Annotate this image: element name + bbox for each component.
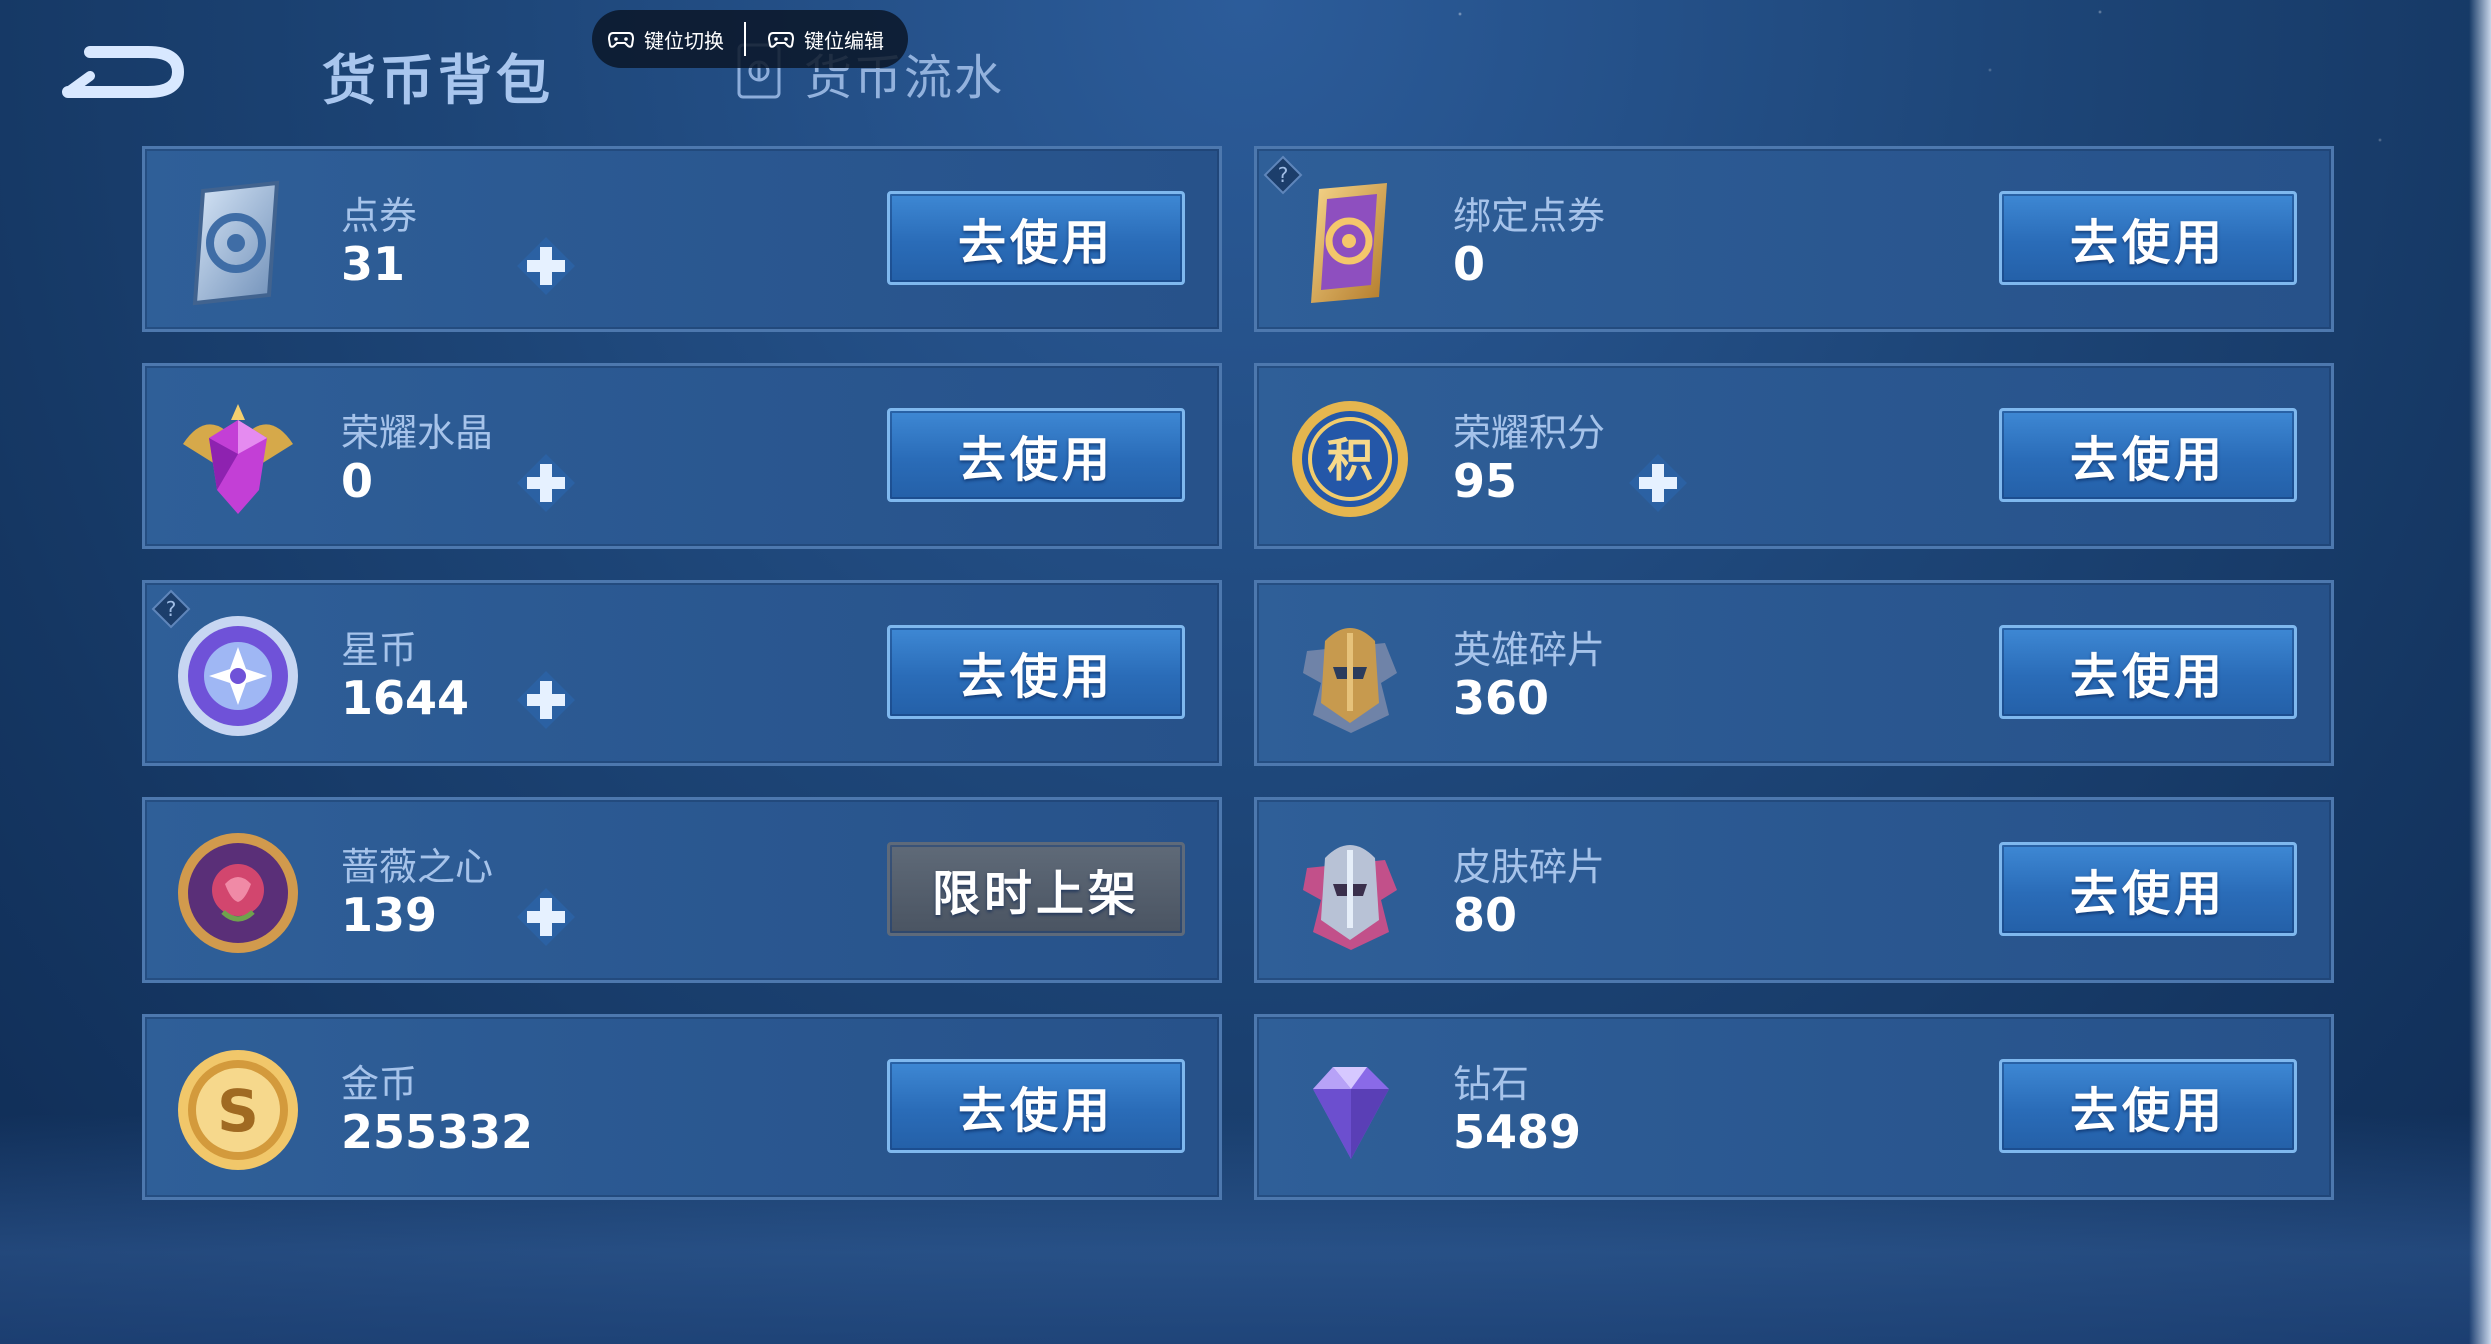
currency-card-gold-coin: S 金币 255332 去使用 <box>142 1014 1222 1200</box>
add-coupon-button[interactable] <box>513 233 579 299</box>
currency-name: 蔷薇之心 <box>341 845 494 889</box>
currency-name: 绑定点券 <box>1453 194 1606 238</box>
currency-count: 0 <box>341 454 374 508</box>
use-bound-coupon-button[interactable]: 去使用 <box>1999 191 2297 285</box>
star-coin-icon <box>173 611 303 741</box>
currency-name: 金币 <box>341 1062 418 1106</box>
currency-count: 5489 <box>1453 1105 1582 1159</box>
keymap-switch-label: 键位切换 <box>644 28 724 53</box>
currency-card-hero-fragment: 英雄碎片 360 去使用 <box>1254 580 2334 766</box>
use-diamond-button[interactable]: 去使用 <box>1999 1059 2297 1153</box>
limited-release-button[interactable]: 限时上架 <box>887 842 1185 936</box>
svg-text:S: S <box>217 1077 259 1145</box>
currency-name: 荣耀水晶 <box>341 411 494 455</box>
keymap-overlay-bar: 键位切换 键位编辑 <box>592 10 908 68</box>
use-gold-coin-button[interactable]: 去使用 <box>887 1059 1185 1153</box>
hero-fragment-icon <box>1285 611 1415 741</box>
currency-card-coupon: 点券 31 去使用 <box>142 146 1222 332</box>
currency-card-diamond: 钻石 5489 去使用 <box>1254 1014 2334 1200</box>
currency-name: 英雄碎片 <box>1453 628 1606 672</box>
currency-name: 钻石 <box>1453 1062 1530 1106</box>
currency-name: 荣耀积分 <box>1453 411 1606 455</box>
currency-count: 360 <box>1453 671 1550 725</box>
glory-points-icon: 积 <box>1285 394 1415 524</box>
skin-fragment-icon <box>1285 828 1415 958</box>
use-skin-fragment-button[interactable]: 去使用 <box>1999 842 2297 936</box>
diamond-icon <box>1285 1045 1415 1175</box>
currency-count: 80 <box>1453 888 1518 942</box>
currency-card-rose-heart: 蔷薇之心 139 限时上架 <box>142 797 1222 983</box>
use-coupon-button[interactable]: 去使用 <box>887 191 1185 285</box>
rose-heart-icon <box>173 828 303 958</box>
currency-name: 星币 <box>341 628 418 672</box>
keymap-edit-label: 键位编辑 <box>804 28 884 53</box>
use-glory-points-button[interactable]: 去使用 <box>1999 408 2297 502</box>
keymap-edit-button[interactable]: 键位编辑 <box>768 25 884 54</box>
keymap-switch-button[interactable]: 键位切换 <box>608 25 724 54</box>
gold-coin-icon: S <box>173 1045 303 1175</box>
add-glory-points-button[interactable] <box>1625 450 1691 516</box>
coupon-icon <box>173 177 303 307</box>
bound-coupon-icon <box>1285 177 1415 307</box>
gamepad-icon <box>768 32 794 48</box>
currency-count: 0 <box>1453 237 1486 291</box>
back-arrow-icon[interactable] <box>60 30 190 105</box>
svg-text:积: 积 <box>1327 433 1373 487</box>
currency-card-star-coin: ? 星币 1644 去使用 <box>142 580 1222 766</box>
currency-count: 139 <box>341 888 438 942</box>
add-glory-crystal-button[interactable] <box>513 450 579 516</box>
currency-grid: 点券 31 去使用 ? 绑定点券 0 去使用 荣耀水晶 0 去使用 积 荣耀积分… <box>142 146 2334 1200</box>
screen-edge-highlight <box>2469 0 2491 1344</box>
gamepad-icon <box>608 32 634 48</box>
currency-card-skin-fragment: 皮肤碎片 80 去使用 <box>1254 797 2334 983</box>
use-glory-crystal-button[interactable]: 去使用 <box>887 408 1185 502</box>
overlay-divider <box>744 22 746 56</box>
currency-count: 95 <box>1453 454 1518 508</box>
use-star-coin-button[interactable]: 去使用 <box>887 625 1185 719</box>
page-title: 货币背包 <box>322 49 554 112</box>
currency-card-glory-points: 积 荣耀积分 95 去使用 <box>1254 363 2334 549</box>
add-star-coin-button[interactable] <box>513 667 579 733</box>
glory-crystal-icon <box>173 394 303 524</box>
currency-count: 1644 <box>341 671 470 725</box>
currency-name: 点券 <box>341 194 418 238</box>
currency-count: 255332 <box>341 1105 534 1159</box>
use-hero-fragment-button[interactable]: 去使用 <box>1999 625 2297 719</box>
currency-name: 皮肤碎片 <box>1453 845 1606 889</box>
add-rose-heart-button[interactable] <box>513 884 579 950</box>
currency-card-bound-coupon: ? 绑定点券 0 去使用 <box>1254 146 2334 332</box>
currency-card-glory-crystal: 荣耀水晶 0 去使用 <box>142 363 1222 549</box>
currency-count: 31 <box>341 237 406 291</box>
